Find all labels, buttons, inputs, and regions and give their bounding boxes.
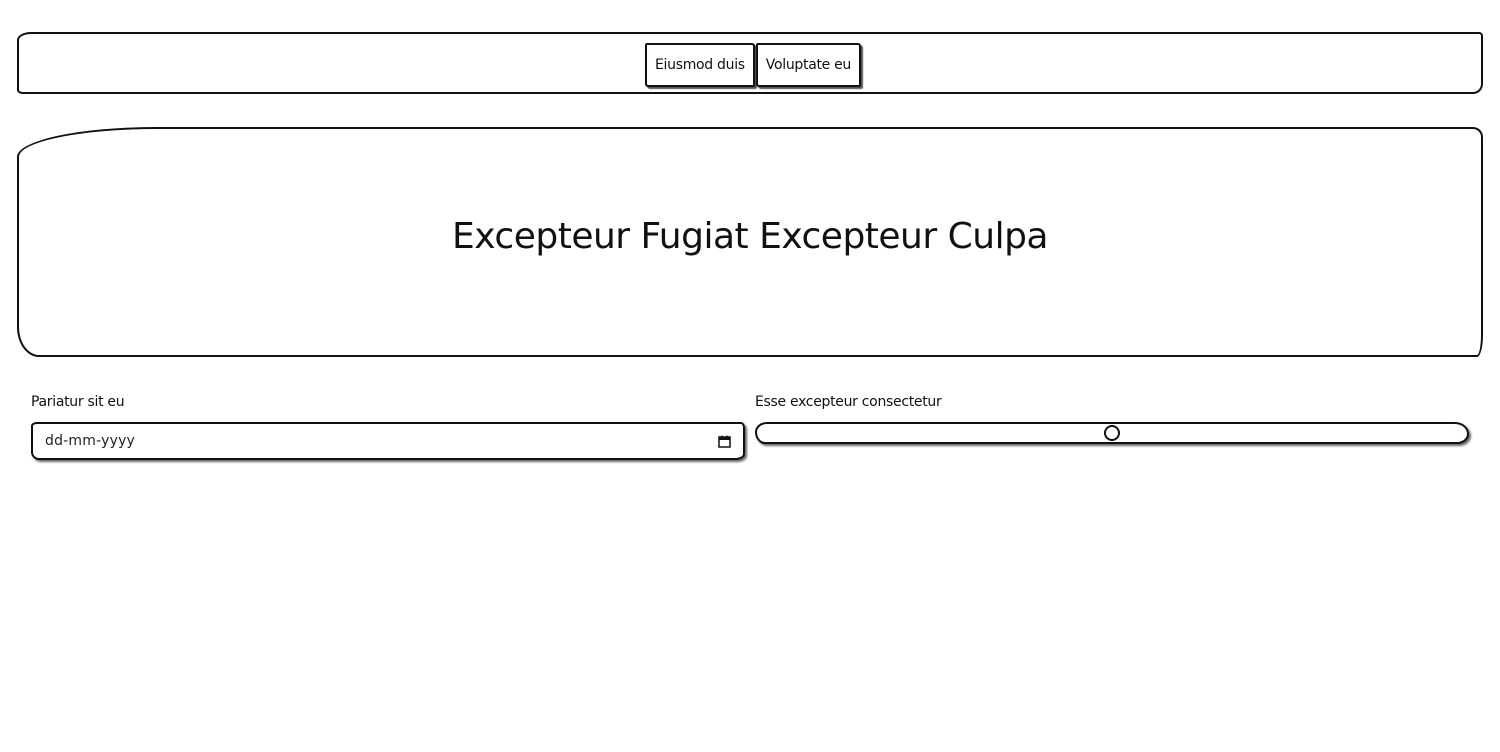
top-nav-bar: Eiusmod duis Voluptate eu bbox=[17, 32, 1483, 94]
date-input-placeholder: dd-mm-yyyy bbox=[45, 433, 136, 449]
range-field-group: Esse excepteur consectetur bbox=[755, 393, 1469, 444]
date-field-group: Pariatur sit eu dd-mm-yyyy bbox=[31, 393, 745, 460]
hero-title: Excepteur Fugiat Excepteur Culpa bbox=[452, 215, 1048, 257]
range-field-label: Esse excepteur consectetur bbox=[755, 394, 942, 410]
range-slider[interactable] bbox=[755, 422, 1469, 444]
range-slider-thumb[interactable] bbox=[1104, 425, 1120, 441]
nav-button-eiusmod-duis[interactable]: Eiusmod duis bbox=[645, 43, 755, 87]
nav-button-group: Eiusmod duis Voluptate eu bbox=[645, 43, 862, 87]
hero-banner: Excepteur Fugiat Excepteur Culpa bbox=[17, 127, 1483, 357]
date-input[interactable]: dd-mm-yyyy bbox=[31, 422, 745, 460]
nav-button-voluptate-eu[interactable]: Voluptate eu bbox=[755, 43, 862, 87]
calendar-icon[interactable] bbox=[718, 435, 731, 448]
date-field-label: Pariatur sit eu bbox=[31, 394, 125, 410]
